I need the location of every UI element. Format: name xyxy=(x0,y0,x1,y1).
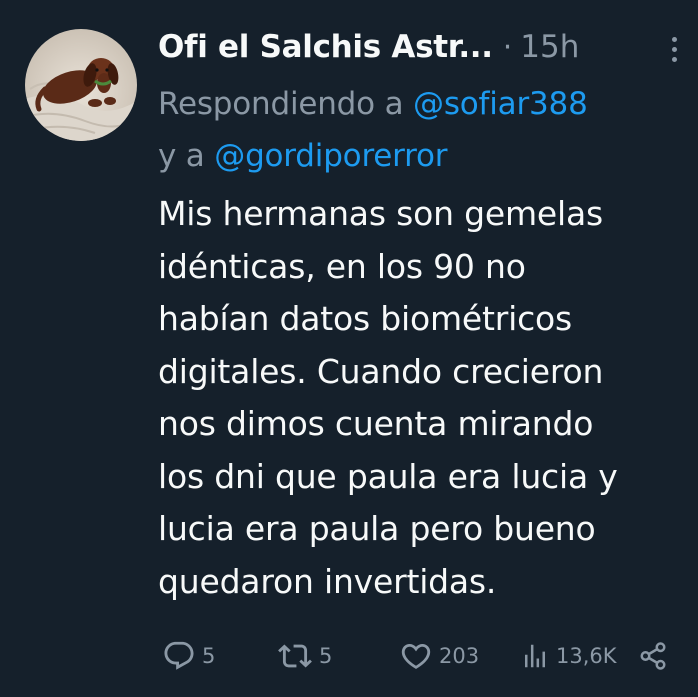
reply-button[interactable]: 5 xyxy=(162,636,215,676)
retweet-icon xyxy=(278,644,312,668)
tweet-text-line: habían datos biométricos xyxy=(158,299,573,338)
share-icon xyxy=(640,642,666,670)
display-name[interactable]: Ofi el Salchis Astr... xyxy=(158,29,493,65)
reply-icon xyxy=(164,641,194,670)
tweet-text-line: idénticas, en los 90 no xyxy=(158,246,526,286)
like-button[interactable]: 203 xyxy=(399,636,479,676)
more-dot xyxy=(672,37,677,42)
action-bar: 5 5 203 13,6K xyxy=(0,636,698,676)
tweet-header: Ofi el Salchis Astr... · 15h xyxy=(158,22,579,72)
tweet: Ofi el Salchis Astr... · 15h Respondiend… xyxy=(0,0,698,697)
tweet-text-line: digitales. Cuando crecieron xyxy=(158,351,604,391)
tweet-text: Mis hermanas son gemelas idénticas, en l… xyxy=(158,188,678,608)
replying-to-line-2: y a @gordiporerror xyxy=(158,130,688,182)
tweet-text-line: lucia era paula pero bueno xyxy=(158,509,596,548)
like-count: 203 xyxy=(439,644,480,668)
views-icon xyxy=(525,644,545,668)
replying-to-prefix: Respondiendo a xyxy=(158,86,404,122)
mention-link[interactable]: @gordiporerror xyxy=(214,138,447,174)
more-dot xyxy=(672,57,677,62)
replying-to-line-1: Respondiendo a @sofiar388 xyxy=(158,78,688,130)
tweet-text-line: quedaron invertidas. xyxy=(158,561,497,601)
like-icon xyxy=(401,643,431,669)
more-dot xyxy=(672,47,677,52)
views-button[interactable]: 13,6K xyxy=(520,636,617,676)
separator-dot: · xyxy=(502,29,513,65)
retweet-button[interactable]: 5 xyxy=(277,636,332,676)
reply-count: 5 xyxy=(202,644,216,668)
tweet-text-line: Mis hermanas son gemelas xyxy=(158,194,603,233)
share-button[interactable] xyxy=(638,636,668,676)
tweet-text-line: nos dimos cuenta mirando xyxy=(158,404,594,443)
replying-to: Respondiendo a @sofiar388 y a @gordipore… xyxy=(158,78,688,182)
mention-link[interactable]: @sofiar388 xyxy=(413,86,588,122)
timestamp[interactable]: 15h xyxy=(520,29,579,65)
more-options-icon[interactable] xyxy=(665,35,685,65)
dachshund-avatar-icon xyxy=(25,29,137,141)
avatar[interactable] xyxy=(25,29,137,141)
retweet-count: 5 xyxy=(319,644,333,668)
views-count: 13,6K xyxy=(556,644,617,668)
replying-to-connector: y a xyxy=(158,138,205,174)
tweet-text-line: los dni que paula era lucia y xyxy=(158,456,618,496)
